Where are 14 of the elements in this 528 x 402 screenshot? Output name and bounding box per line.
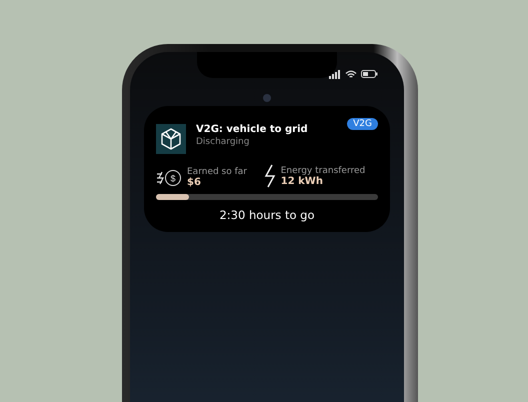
wifi-icon xyxy=(345,70,357,78)
battery-icon xyxy=(361,70,378,78)
stat-label: Earned so far xyxy=(187,167,247,177)
stat-label: Energy transferred xyxy=(280,166,366,176)
signal-icon xyxy=(329,70,341,78)
cube-icon xyxy=(156,124,186,154)
app-badge: V2G xyxy=(347,118,378,130)
notification-title: V2G: vehicle to grid xyxy=(196,124,309,135)
notification-subtitle: Discharging xyxy=(196,137,250,147)
stat-value: 12 kWh xyxy=(280,176,324,186)
camera-dot xyxy=(263,94,271,102)
time-remaining: 2:30 hours to go xyxy=(219,208,314,222)
lightning-icon xyxy=(264,164,276,188)
stat-value: $6 xyxy=(187,177,202,188)
